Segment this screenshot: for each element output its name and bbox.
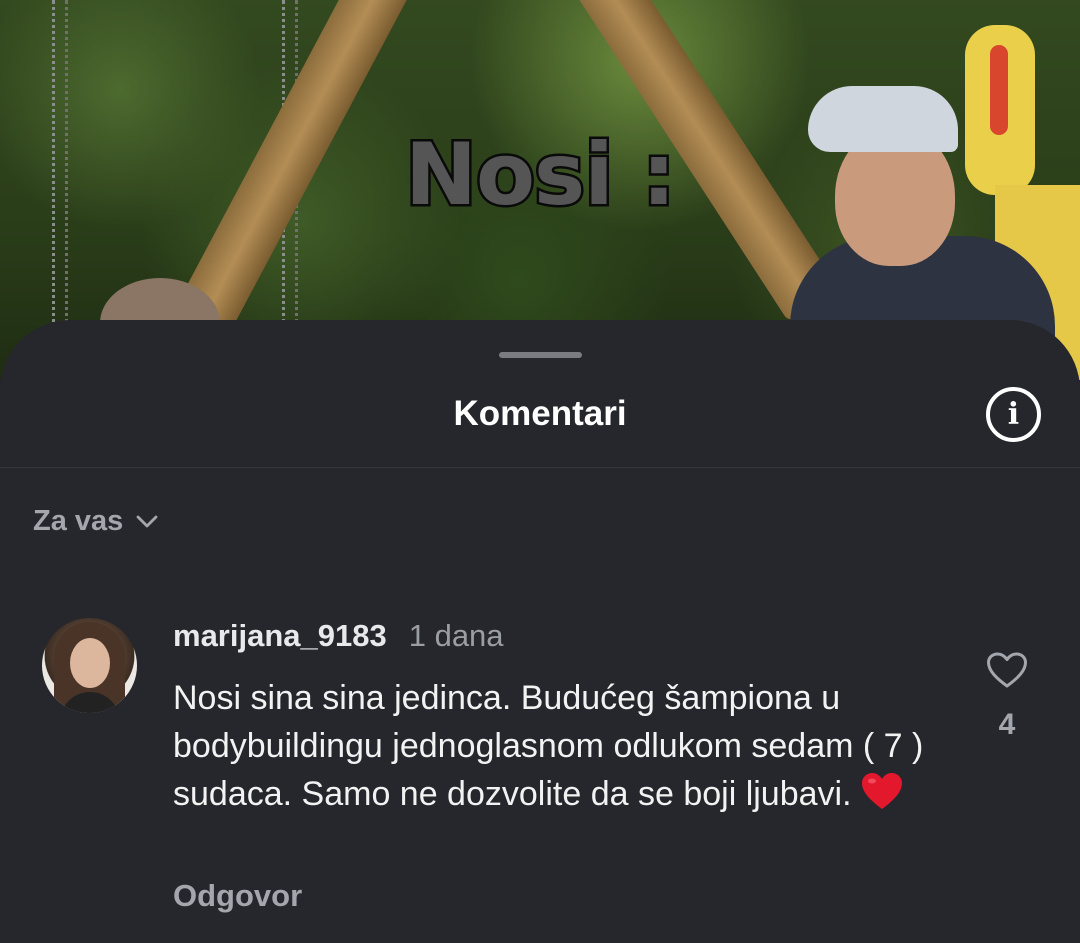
comments-sheet: Komentari i Za vas marijana_9183 1 dana … <box>0 320 1080 943</box>
header-divider <box>0 467 1080 468</box>
sort-filter-dropdown[interactable]: Za vas <box>33 505 159 538</box>
heart-outline-icon[interactable] <box>985 650 1029 690</box>
like-count: 4 <box>998 708 1016 741</box>
comment-meta: marijana_9183 1 dana <box>173 618 504 654</box>
comment-item: marijana_9183 1 dana Nosi sina sina jedi… <box>0 610 1080 940</box>
video-caption: Nosi : <box>402 123 678 228</box>
sort-filter-label: Za vas <box>33 505 124 537</box>
comment-username[interactable]: marijana_9183 <box>173 618 387 654</box>
chevron-down-icon <box>136 515 158 527</box>
avatar[interactable] <box>42 618 137 713</box>
comment-text: Nosi sina sina jedinca. Budućeg šampiona… <box>173 679 924 813</box>
red-heart-emoji-icon <box>861 773 902 809</box>
sheet-title: Komentari <box>453 394 627 433</box>
comment-time: 1 dana <box>408 618 504 653</box>
info-button[interactable]: i <box>986 387 1041 442</box>
comment-body: Nosi sina sina jedinca. Budućeg šampiona… <box>173 674 943 818</box>
reply-button[interactable]: Odgovor <box>173 878 302 914</box>
drag-handle[interactable] <box>499 352 582 358</box>
info-icon: i <box>1007 396 1020 432</box>
